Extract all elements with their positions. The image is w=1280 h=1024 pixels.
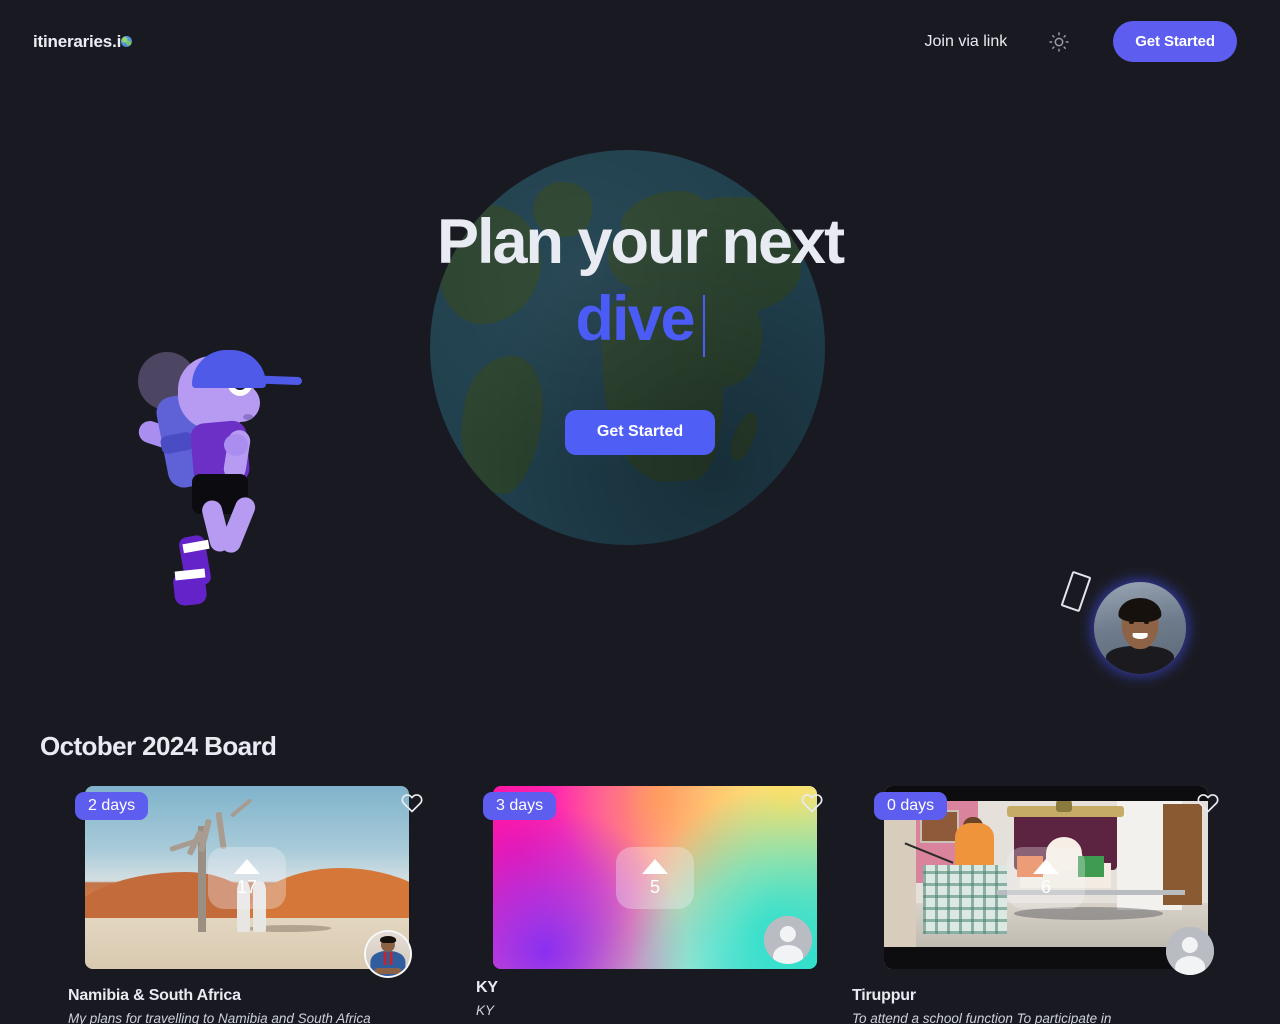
board-title: October 2024 Board <box>40 731 277 761</box>
page-root: itineraries.i Join via link Get Started … <box>0 0 1280 1024</box>
card-media[interactable]: 2 days 17 <box>75 786 423 978</box>
header-get-started-button[interactable]: Get Started <box>1113 21 1237 62</box>
join-via-link[interactable]: Join via link <box>925 33 1008 51</box>
heart-outline-icon[interactable] <box>400 791 424 815</box>
board-card[interactable]: 3 days 5 KY KY <box>440 786 840 1024</box>
card-description: To attend a school function To participa… <box>852 1011 1112 1024</box>
upvote-triangle-icon <box>1033 859 1059 874</box>
vote-count: 17 <box>236 877 258 897</box>
vote-count: 6 <box>1040 877 1051 897</box>
hero-typed-word: dive <box>575 284 695 355</box>
days-badge: 0 days <box>874 792 948 820</box>
author-avatar-photo[interactable] <box>364 930 412 978</box>
upvote-triangle-icon <box>234 859 260 874</box>
heart-outline-icon[interactable] <box>1196 791 1220 815</box>
avatar <box>1094 582 1186 674</box>
days-badge: 2 days <box>75 792 149 820</box>
heart-outline-icon[interactable] <box>800 791 824 815</box>
card-title: Namibia & South Africa <box>68 987 241 1004</box>
upvote-control[interactable]: 17 <box>208 846 286 909</box>
board-card-list: 2 days 17 Namibia & South Africa My plan… <box>40 786 1240 1024</box>
hero-content: Plan your next dive Get Started <box>0 83 1280 455</box>
card-title: Tiruppur <box>852 987 916 1004</box>
card-description: My plans for travelling to Namibia and S… <box>68 1011 371 1024</box>
site-header: itineraries.i Join via link Get Started <box>0 0 1280 83</box>
board-card[interactable]: 0 days 6 Tiruppur To attend a school fun… <box>840 786 1240 1024</box>
card-media[interactable]: 3 days 5 <box>483 786 823 969</box>
brand-logo-text: itineraries.i <box>33 31 122 51</box>
hero-title: Plan your next <box>436 207 845 277</box>
hero-get-started-button[interactable]: Get Started <box>564 409 716 455</box>
hero-avatar <box>1085 573 1195 683</box>
header-actions: Join via link Get Started <box>925 21 1237 62</box>
hero-typed-word-row: dive <box>0 284 1280 357</box>
sun-icon[interactable] <box>1041 24 1077 60</box>
vote-count: 5 <box>649 877 660 897</box>
upvote-control[interactable]: 6 <box>1007 846 1085 909</box>
upvote-triangle-icon <box>642 859 668 874</box>
typing-caret <box>702 294 705 357</box>
brand-logo[interactable]: itineraries.i <box>33 31 133 52</box>
globe-icon <box>121 35 133 47</box>
card-media[interactable]: 0 days 6 <box>874 786 1219 975</box>
default-user-avatar-icon[interactable] <box>764 916 812 964</box>
upvote-control[interactable]: 5 <box>616 846 694 909</box>
days-badge: 3 days <box>483 792 557 820</box>
card-description: KY <box>476 1003 495 1018</box>
board-card[interactable]: 2 days 17 Namibia & South Africa My plan… <box>40 786 440 1024</box>
default-user-avatar-icon[interactable] <box>1166 927 1214 975</box>
card-title: KY <box>476 979 498 996</box>
tilted-rectangle-icon <box>1060 570 1092 613</box>
hero-section: Plan your next dive Get Started <box>0 83 1280 693</box>
